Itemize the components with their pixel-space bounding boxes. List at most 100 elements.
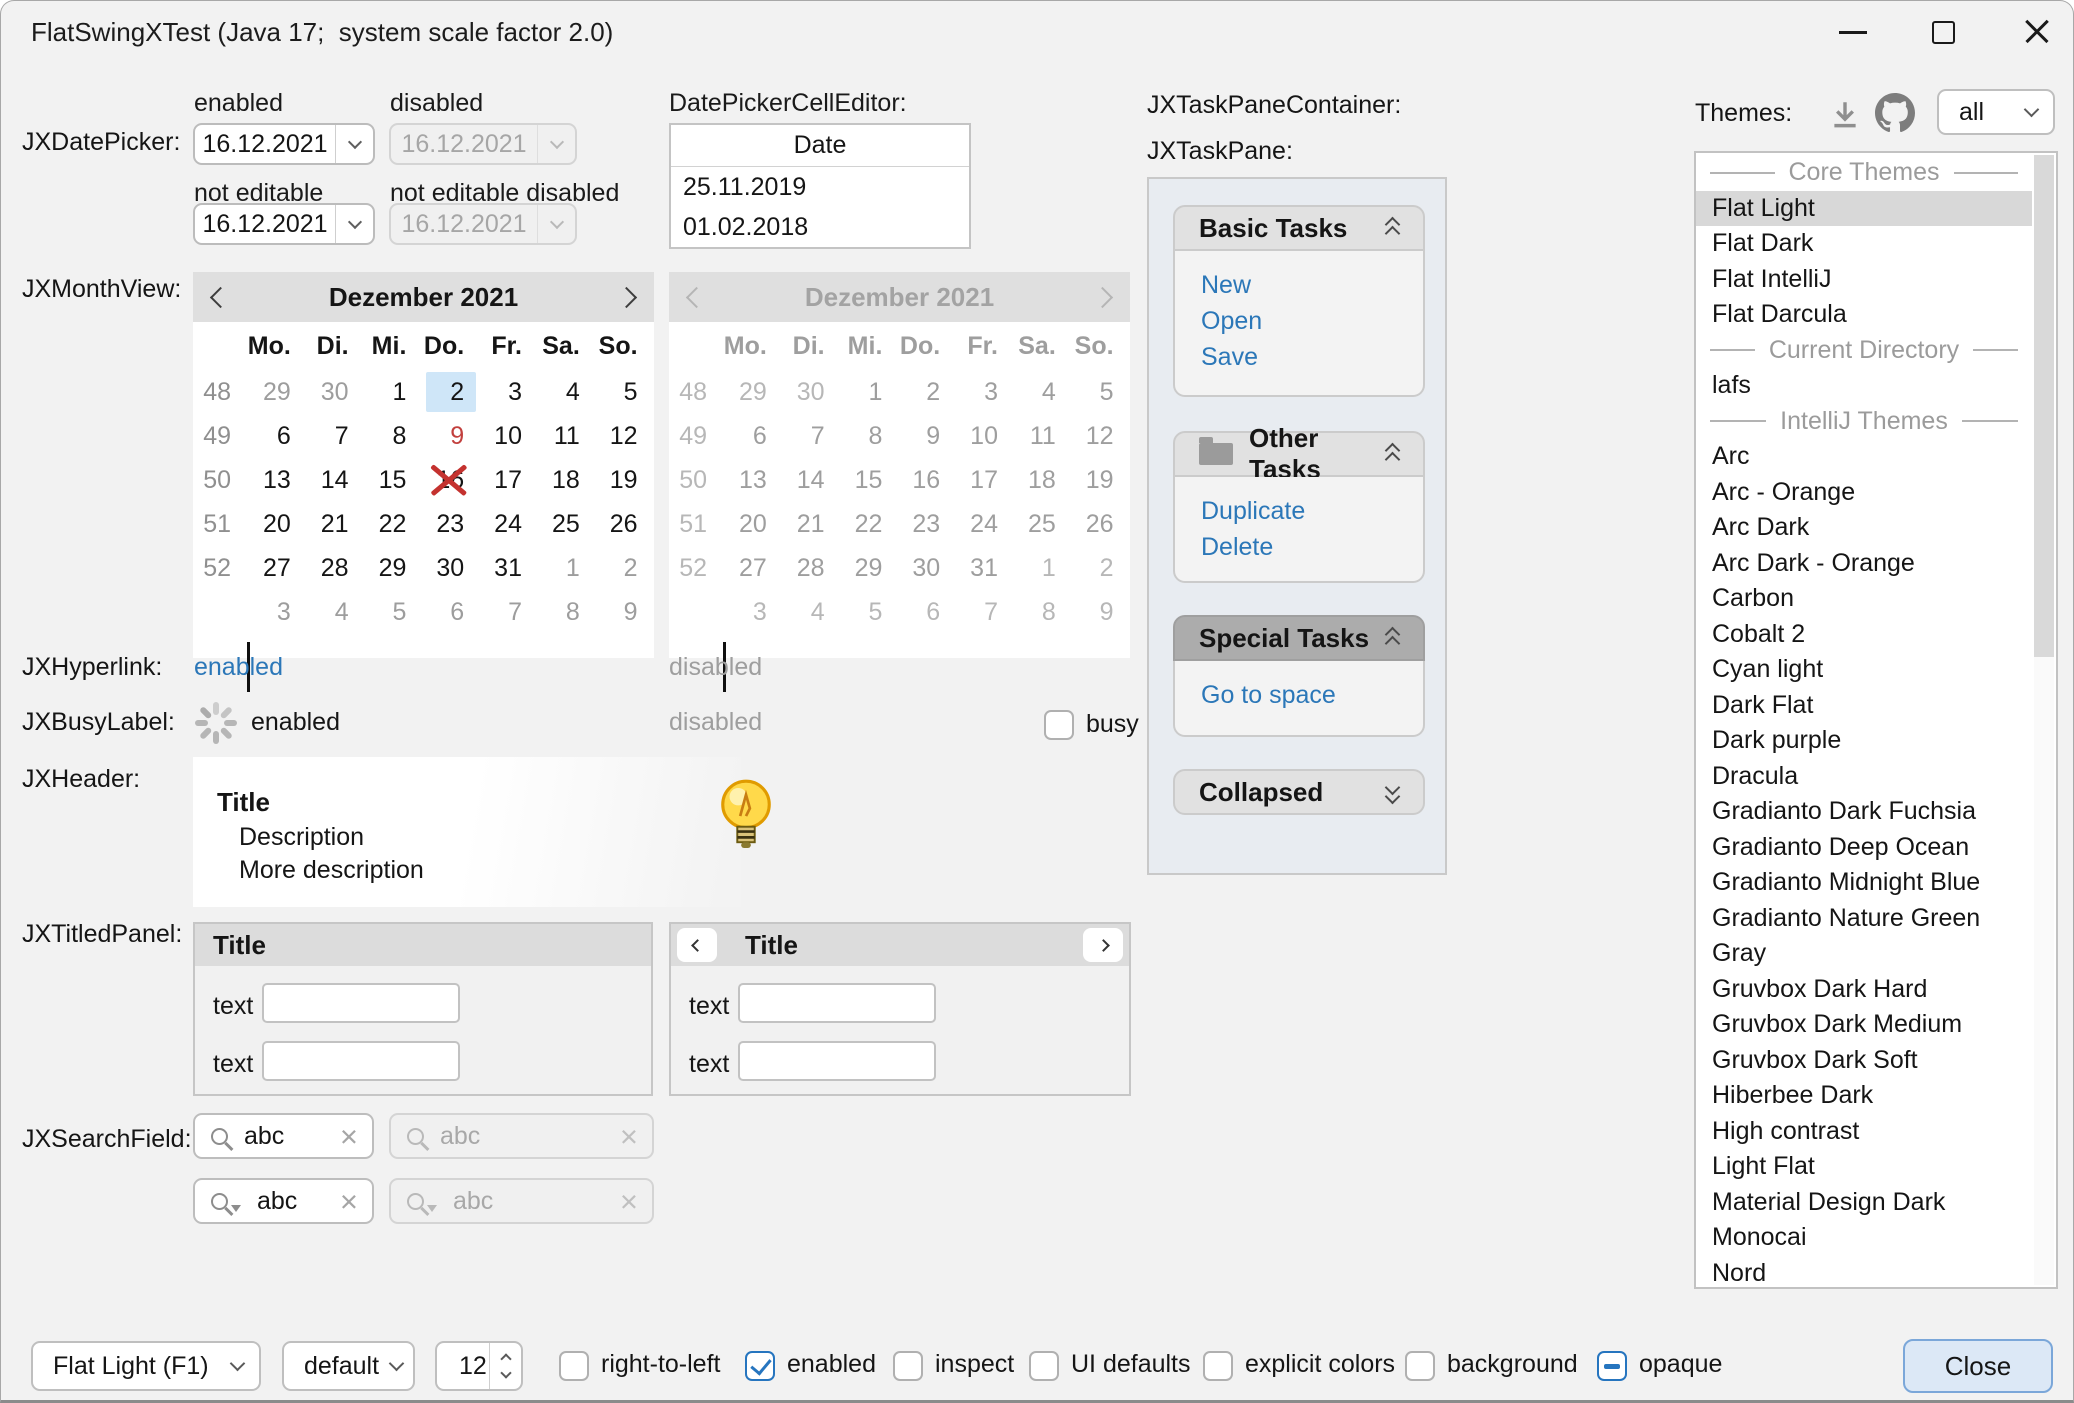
theme-item[interactable]: Gradianto Midnight Blue bbox=[1696, 865, 2032, 901]
titled-panel-input[interactable] bbox=[738, 1041, 936, 1081]
day-cell[interactable]: 19 bbox=[596, 458, 654, 502]
day-cell[interactable]: 4 bbox=[307, 590, 365, 634]
day-cell[interactable]: 9 bbox=[596, 590, 654, 634]
titled-panel-input[interactable] bbox=[262, 983, 460, 1023]
theme-item[interactable]: Flat Dark bbox=[1696, 226, 2032, 262]
theme-item[interactable]: Flat Darcula bbox=[1696, 297, 2032, 333]
theme-item[interactable]: Arc - Orange bbox=[1696, 475, 2032, 511]
minimize-button[interactable] bbox=[1818, 1, 1888, 63]
task-link-go-to-space[interactable]: Go to space bbox=[1201, 681, 1423, 709]
theme-item[interactable]: Light Flat bbox=[1696, 1149, 2032, 1185]
datepicker-dropdown-button[interactable] bbox=[335, 205, 373, 243]
task-link-open[interactable]: Open bbox=[1201, 307, 1423, 335]
datepicker-enabled[interactable]: 16.12.2021 bbox=[193, 123, 375, 165]
search-input[interactable]: abc bbox=[228, 1122, 340, 1151]
day-cell[interactable]: 3 bbox=[249, 590, 307, 634]
maximize-button[interactable] bbox=[1908, 1, 1978, 63]
scrollbar-thumb[interactable] bbox=[2034, 155, 2054, 657]
search-field-with-menu-enabled[interactable]: abc × bbox=[193, 1178, 374, 1224]
day-cell[interactable]: 1 bbox=[365, 370, 423, 414]
theme-item[interactable]: Gray bbox=[1696, 936, 2032, 972]
font-size-spinner[interactable]: 12 bbox=[435, 1341, 523, 1391]
taskpane-header-collapsed[interactable]: Collapsed bbox=[1173, 769, 1425, 815]
datepicker-not-editable[interactable]: 16.12.2021 bbox=[193, 203, 375, 245]
font-size-value[interactable]: 12 bbox=[437, 1343, 489, 1389]
day-cell[interactable]: 26 bbox=[596, 502, 654, 546]
search-input[interactable]: abc bbox=[241, 1187, 340, 1216]
day-cell[interactable]: 23 bbox=[422, 502, 480, 546]
theme-item[interactable]: Flat IntelliJ bbox=[1696, 262, 2032, 298]
explicit-colors-checkbox[interactable] bbox=[1203, 1351, 1233, 1381]
download-themes-button[interactable] bbox=[1823, 93, 1867, 137]
day-cell[interactable]: 2 bbox=[422, 370, 480, 414]
task-link-save[interactable]: Save bbox=[1201, 343, 1423, 371]
theme-item[interactable]: Arc Dark bbox=[1696, 510, 2032, 546]
day-cell[interactable]: 10 bbox=[480, 414, 538, 458]
background-checkbox[interactable] bbox=[1405, 1351, 1435, 1381]
titled-panel-input[interactable] bbox=[738, 983, 936, 1023]
day-cell[interactable]: 5 bbox=[596, 370, 654, 414]
next-month-button[interactable] bbox=[616, 287, 637, 308]
day-cell[interactable]: 21 bbox=[307, 502, 365, 546]
theme-item[interactable]: Nord bbox=[1696, 1256, 2032, 1292]
previous-month-button[interactable] bbox=[210, 287, 231, 308]
day-cell[interactable]: 5 bbox=[365, 590, 423, 634]
day-cell[interactable]: 30 bbox=[307, 370, 365, 414]
titled-panel-left-button[interactable] bbox=[677, 928, 717, 962]
day-cell[interactable]: 29 bbox=[365, 546, 423, 590]
day-cell[interactable]: 15 bbox=[365, 458, 423, 502]
theme-item[interactable]: Cyan light bbox=[1696, 652, 2032, 688]
search-menu-icon[interactable] bbox=[211, 1193, 228, 1210]
datepicker-value[interactable]: 16.12.2021 bbox=[195, 125, 335, 163]
theme-item[interactable]: Hiberbee Dark bbox=[1696, 1078, 2032, 1114]
opaque-checkbox[interactable] bbox=[1597, 1351, 1627, 1381]
titled-panel-input[interactable] bbox=[262, 1041, 460, 1081]
day-cell[interactable]: 6 bbox=[249, 414, 307, 458]
enabled-checkbox[interactable] bbox=[745, 1351, 775, 1381]
day-cell[interactable]: 20 bbox=[249, 502, 307, 546]
clear-icon[interactable]: × bbox=[340, 1121, 372, 1152]
task-link-duplicate[interactable]: Duplicate bbox=[1201, 497, 1423, 525]
search-field-enabled[interactable]: abc × bbox=[193, 1113, 374, 1159]
font-combo[interactable]: default bbox=[282, 1341, 415, 1391]
busy-checkbox[interactable] bbox=[1044, 710, 1074, 740]
day-cell[interactable]: 22 bbox=[365, 502, 423, 546]
theme-item[interactable]: Gradianto Nature Green bbox=[1696, 901, 2032, 937]
day-cell[interactable]: 13 bbox=[249, 458, 307, 502]
day-cell[interactable]: 29 bbox=[249, 370, 307, 414]
inspect-checkbox[interactable] bbox=[893, 1351, 923, 1381]
day-cell[interactable]: 4 bbox=[538, 370, 596, 414]
theme-item[interactable]: Flat Light bbox=[1696, 191, 2032, 227]
day-cell[interactable]: 12 bbox=[596, 414, 654, 458]
theme-item[interactable]: Dracula bbox=[1696, 759, 2032, 795]
day-cell[interactable]: 2 bbox=[596, 546, 654, 590]
day-cell[interactable]: 16 bbox=[422, 458, 480, 502]
day-cell[interactable]: 7 bbox=[307, 414, 365, 458]
taskpane-header-basic-tasks[interactable]: Basic Tasks bbox=[1173, 205, 1425, 251]
day-cell[interactable]: 3 bbox=[480, 370, 538, 414]
theme-item[interactable]: Gruvbox Dark Hard bbox=[1696, 972, 2032, 1008]
day-cell[interactable]: 7 bbox=[480, 590, 538, 634]
day-cell[interactable]: 8 bbox=[365, 414, 423, 458]
day-cell[interactable]: 27 bbox=[249, 546, 307, 590]
theme-item[interactable]: Monocai bbox=[1696, 1220, 2032, 1256]
github-button[interactable] bbox=[1873, 91, 1917, 135]
theme-item[interactable]: Material Design Dark bbox=[1696, 1185, 2032, 1221]
taskpane-header-special-tasks[interactable]: Special Tasks bbox=[1173, 615, 1425, 661]
theme-item[interactable]: Cobalt 2 bbox=[1696, 617, 2032, 653]
ui-defaults-checkbox[interactable] bbox=[1029, 1351, 1059, 1381]
theme-item[interactable]: Gruvbox Dark Medium bbox=[1696, 1007, 2032, 1043]
day-cell[interactable]: 14 bbox=[307, 458, 365, 502]
laf-combo[interactable]: Flat Light (F1) bbox=[31, 1341, 261, 1391]
day-cell[interactable]: 30 bbox=[422, 546, 480, 590]
day-cell[interactable]: 18 bbox=[538, 458, 596, 502]
day-cell[interactable]: 24 bbox=[480, 502, 538, 546]
day-cell[interactable]: 31 bbox=[480, 546, 538, 590]
theme-item[interactable]: Arc bbox=[1696, 439, 2032, 475]
theme-item[interactable]: lafs bbox=[1696, 368, 2032, 404]
titled-panel-right-button[interactable] bbox=[1083, 928, 1123, 962]
themes-filter-combo[interactable]: all bbox=[1937, 89, 2055, 135]
theme-item[interactable]: Gradianto Dark Fuchsia bbox=[1696, 794, 2032, 830]
spinner-buttons[interactable] bbox=[489, 1343, 521, 1389]
theme-item[interactable]: High contrast bbox=[1696, 1114, 2032, 1150]
